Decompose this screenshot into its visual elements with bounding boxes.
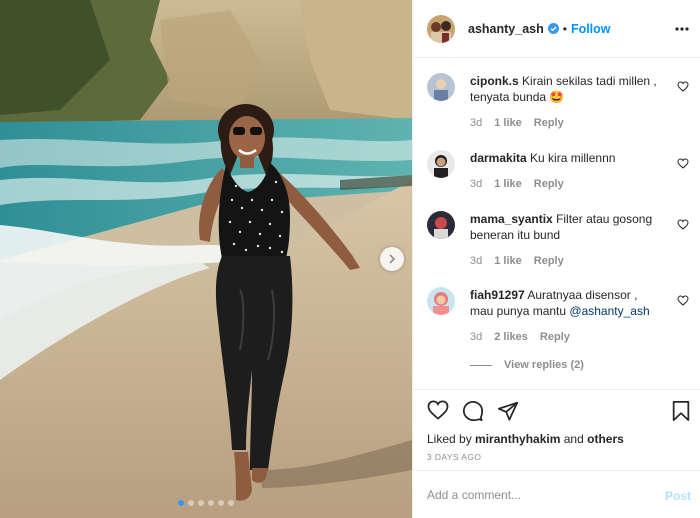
follow-button[interactable]: Follow — [571, 22, 611, 36]
comment-likes[interactable]: 1 like — [494, 117, 522, 129]
reply-button[interactable]: Reply — [534, 255, 564, 267]
add-comment-bar: Post — [413, 470, 700, 518]
chevron-right-icon — [389, 254, 396, 264]
comment-username[interactable]: fiah91297 — [470, 288, 525, 302]
view-replies-button[interactable]: View replies (2) — [470, 359, 584, 371]
reply-button[interactable]: Reply — [540, 331, 570, 343]
comment-username[interactable]: ciponk.s — [470, 74, 519, 88]
share-icon — [497, 401, 519, 421]
carousel-dot — [188, 500, 194, 506]
comment-button[interactable] — [462, 400, 484, 425]
more-options-button[interactable] — [675, 20, 689, 34]
commenter-avatar-image — [427, 211, 455, 239]
comment-item: mama_syantix Filter atau gosong beneran … — [427, 211, 697, 281]
comment-mention-link[interactable]: @ashanty_ash — [569, 304, 649, 318]
liked-by-prefix: Liked by — [427, 432, 472, 446]
post-side-panel: ashanty_ash • Follow ciponk.s Kirain sek… — [412, 0, 700, 518]
liked-by-line: Liked by miranthyhakim and others — [427, 432, 624, 446]
commenter-avatar[interactable] — [427, 73, 455, 101]
post-photo[interactable] — [0, 0, 412, 518]
like-comment-heart-icon[interactable] — [677, 219, 689, 230]
carousel-dot — [198, 500, 204, 506]
save-button[interactable] — [671, 400, 691, 425]
view-replies-line — [470, 364, 492, 366]
reply-button[interactable]: Reply — [534, 178, 564, 190]
author-avatar-image — [427, 14, 455, 43]
comments-list: ciponk.s Kirain sekilas tadi millen , te… — [413, 59, 700, 389]
author-username[interactable]: ashanty_ash — [468, 22, 544, 36]
like-comment-heart-icon[interactable] — [677, 81, 689, 92]
comment-likes[interactable]: 2 likes — [494, 331, 528, 343]
more-options-icon — [675, 27, 689, 31]
comment-text-block: mama_syantix Filter atau gosong beneran … — [470, 211, 660, 243]
comment-item: darmakita Ku kira millennn 3d 1 like Rep… — [427, 150, 697, 205]
comment-text-block: ciponk.s Kirain sekilas tadi millen , te… — [470, 73, 660, 105]
comment-likes[interactable]: 1 like — [494, 178, 522, 190]
commenter-avatar-image — [427, 73, 455, 101]
commenter-avatar-image — [427, 150, 455, 178]
comment-icon — [462, 400, 484, 422]
bookmark-icon — [672, 400, 690, 422]
header-separator: • — [562, 21, 567, 36]
carousel-dot — [208, 500, 214, 506]
post-timestamp[interactable]: 3 DAYS AGO — [427, 452, 481, 462]
comment-meta: 3d 1 like Reply — [470, 255, 564, 267]
commenter-avatar[interactable] — [427, 211, 455, 239]
comment-input[interactable] — [427, 485, 647, 505]
comment-likes[interactable]: 1 like — [494, 255, 522, 267]
comment-time[interactable]: 3d — [470, 255, 482, 267]
commenter-avatar[interactable] — [427, 287, 455, 315]
carousel-dot — [228, 500, 234, 506]
comment-meta: 3d 2 likes Reply — [470, 331, 570, 343]
comment-meta: 3d 1 like Reply — [470, 178, 564, 190]
comment-username[interactable]: darmakita — [470, 151, 527, 165]
like-comment-heart-icon[interactable] — [677, 295, 689, 306]
comment-time[interactable]: 3d — [470, 178, 482, 190]
like-button[interactable] — [427, 400, 449, 425]
comment-item: fiah91297 Auratnyaa disensor , mau punya… — [427, 287, 697, 357]
carousel-dot — [218, 500, 224, 506]
comment-text: Ku kira millennn — [530, 151, 616, 165]
post-comment-button[interactable]: Post — [665, 489, 691, 503]
heart-icon — [427, 400, 449, 420]
verified-badge-icon — [547, 23, 559, 34]
comment-username[interactable]: mama_syantix — [470, 212, 553, 226]
comment-time[interactable]: 3d — [470, 117, 482, 129]
post-actions: Liked by miranthyhakim and others 3 DAYS… — [413, 389, 700, 469]
post-header: ashanty_ash • Follow — [413, 0, 700, 58]
commenter-avatar-image — [427, 287, 455, 315]
comment-meta: 3d 1 like Reply — [470, 117, 564, 129]
liked-by-and: and — [563, 432, 584, 446]
share-button[interactable] — [497, 400, 519, 425]
author-avatar[interactable] — [427, 14, 455, 43]
carousel-indicator — [178, 500, 234, 506]
next-slide-button[interactable] — [380, 247, 404, 271]
view-replies-label: View replies (2) — [504, 359, 584, 371]
reply-button[interactable]: Reply — [534, 117, 564, 129]
liked-by-others[interactable]: others — [587, 432, 624, 446]
comment-text-block: darmakita Ku kira millennn — [470, 150, 660, 166]
carousel-dot-active — [178, 500, 184, 506]
liked-by-user[interactable]: miranthyhakim — [475, 432, 560, 446]
comment-text-block: fiah91297 Auratnyaa disensor , mau punya… — [470, 287, 660, 319]
action-icons-row — [427, 400, 519, 425]
commenter-avatar[interactable] — [427, 150, 455, 178]
comment-item: ciponk.s Kirain sekilas tadi millen , te… — [427, 73, 697, 143]
beach-photo-illustration — [0, 0, 412, 518]
instagram-post-view: ashanty_ash • Follow ciponk.s Kirain sek… — [0, 0, 700, 518]
like-comment-heart-icon[interactable] — [677, 158, 689, 169]
comment-time[interactable]: 3d — [470, 331, 482, 343]
